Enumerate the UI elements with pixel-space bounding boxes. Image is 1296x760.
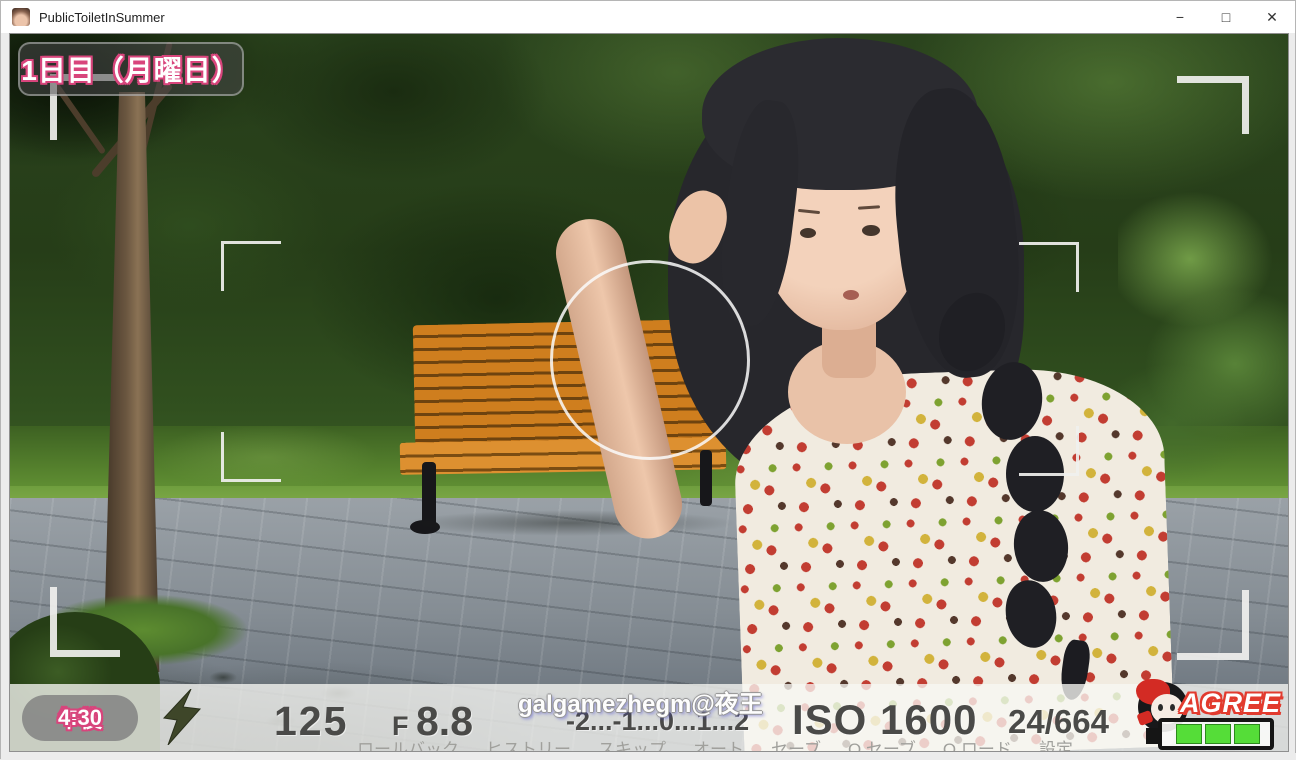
menu-item-save[interactable]: セーブ: [771, 735, 821, 752]
focus-frame-top-right: [1019, 242, 1079, 292]
menu-item-skip[interactable]: スキップ: [598, 735, 666, 752]
mascot-eye: [1158, 704, 1163, 711]
battery-cell: [1234, 724, 1260, 744]
shutter-speed: 125: [274, 698, 348, 745]
battery-step: [1146, 728, 1160, 744]
window-controls: − □ ✕: [1157, 1, 1295, 33]
game-viewport[interactable]: 1日目（月曜日） 午後 4:30 125 F 8.8 -2...-1...0..…: [9, 33, 1289, 752]
agree-label: AGREE: [1180, 688, 1281, 719]
menu-item-qsave[interactable]: Q.セーブ: [848, 735, 916, 752]
battery-cell: [1176, 724, 1202, 744]
menu-item-settings[interactable]: 設定: [1039, 735, 1073, 752]
agree-gauge: AGREE: [1132, 680, 1284, 752]
focus-frame-bottom-right: [1019, 426, 1079, 476]
time-badge: 午後 4:30: [22, 695, 138, 741]
window-title: PublicToiletInSummer: [39, 10, 165, 25]
focus-frame-bottom-left: [221, 432, 281, 482]
menu-item-rollback[interactable]: ロールバック: [357, 735, 459, 752]
girl-eye: [862, 225, 880, 236]
camera-hud-bar: 午後 4:30 125 F 8.8 -2...-1...0...1...2 IS…: [10, 684, 1289, 752]
girl-eye: [800, 228, 816, 238]
title-bar: PublicToiletInSummer − □ ✕: [1, 1, 1295, 33]
minimize-button[interactable]: −: [1157, 1, 1203, 33]
battery-cell: [1205, 724, 1231, 744]
app-icon: [12, 8, 30, 26]
menu-item-qload[interactable]: Q.ロード: [943, 735, 1012, 752]
app-window: PublicToiletInSummer − □ ✕: [0, 0, 1296, 759]
day-badge-text: 1日目（月曜日）: [21, 49, 241, 89]
viewfinder-corner-top-right: [1177, 76, 1249, 134]
menu-item-history[interactable]: ヒストリー: [486, 735, 571, 752]
viewfinder-corner-bottom-right: [1177, 590, 1249, 660]
time-clock: 4:30: [58, 705, 102, 731]
viewfinder-corner-bottom-left: [50, 587, 120, 657]
menu-item-auto[interactable]: オート: [693, 735, 744, 752]
maximize-button[interactable]: □: [1203, 1, 1249, 33]
day-badge: 1日目（月曜日）: [18, 42, 244, 96]
focus-frame-top-left: [221, 241, 281, 291]
close-button[interactable]: ✕: [1249, 1, 1295, 33]
girl-mouth: [843, 290, 859, 300]
quick-menu: ロールバック ヒストリー スキップ オート セーブ Q.セーブ Q.ロード 設定: [357, 735, 1073, 752]
watermark: galgamezhegm@夜王: [518, 684, 763, 719]
viewfinder-circle: [550, 260, 750, 460]
mascot-eye: [1170, 704, 1175, 711]
agree-battery: [1158, 718, 1274, 750]
